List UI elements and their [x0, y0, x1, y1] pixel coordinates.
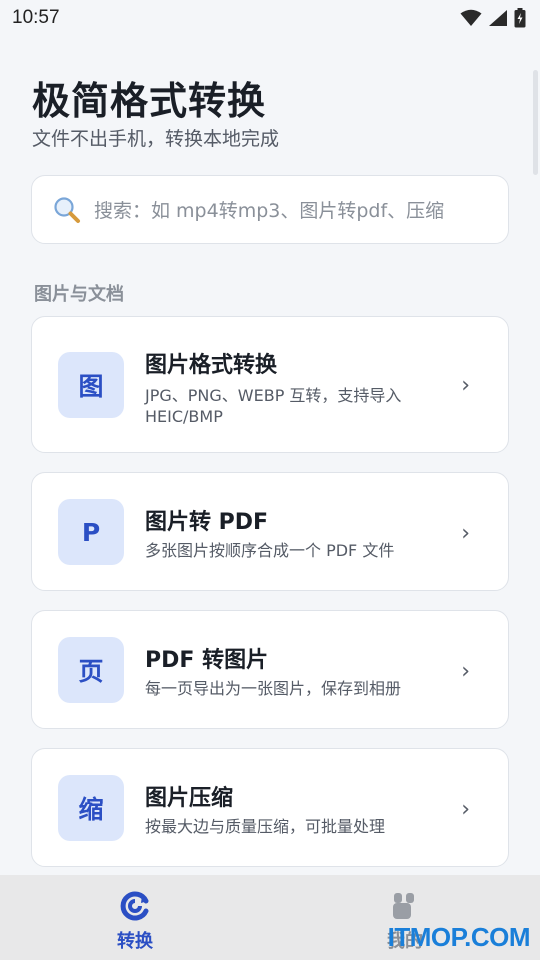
profile-icon: [393, 893, 414, 919]
page-icon: 页: [58, 637, 124, 703]
search-placeholder: 搜索：如 mp4转mp3、图片转pdf、压缩: [94, 200, 445, 222]
status-bar: 10:57: [0, 0, 540, 36]
chevron-right-icon: ›: [461, 373, 470, 398]
nav-label-convert: 转换: [117, 931, 153, 952]
card-description: 按最大边与质量压缩，可批量处理: [145, 817, 386, 836]
card-title: PDF 转图片: [145, 648, 269, 673]
pdf-icon: P: [58, 499, 124, 565]
scrollbar[interactable]: [533, 70, 538, 175]
chevron-right-icon: ›: [461, 521, 470, 546]
chevron-right-icon: ›: [461, 797, 470, 822]
signal-icon: [489, 10, 507, 26]
card-image-format-convert[interactable]: 图 图片格式转换 JPG、PNG、WEBP 互转，支持导入 HEIC/BMP ›: [31, 316, 509, 453]
chevron-right-icon: ›: [461, 659, 470, 684]
battery-icon: [514, 8, 526, 28]
compress-icon: 缩: [58, 775, 124, 841]
card-pdf-to-image[interactable]: 页 PDF 转图片 每一页导出为一张图片，保存到相册 ›: [31, 610, 509, 729]
page-subtitle: 文件不出手机，转换本地完成: [32, 128, 280, 150]
card-description: JPG、PNG、WEBP 互转，支持导入 HEIC/BMP: [145, 386, 402, 426]
page-title: 极简格式转换: [32, 79, 267, 123]
search-icon: [54, 196, 80, 223]
section-label: 图片与文档: [34, 284, 124, 305]
card-image-to-pdf[interactable]: P 图片转 PDF 多张图片按顺序合成一个 PDF 文件 ›: [31, 472, 509, 591]
search-input[interactable]: 搜索：如 mp4转mp3、图片转pdf、压缩: [31, 175, 509, 244]
card-title: 图片格式转换: [145, 353, 278, 378]
wifi-icon: [460, 9, 482, 26]
card-description: 多张图片按顺序合成一个 PDF 文件: [145, 541, 395, 560]
status-icons: [460, 8, 526, 28]
convert-icon: [120, 891, 149, 921]
card-title: 图片转 PDF: [145, 510, 269, 535]
card-title: 图片压缩: [145, 786, 234, 811]
card-image-compress[interactable]: 缩 图片压缩 按最大边与质量压缩，可批量处理 ›: [31, 748, 509, 867]
nav-item-convert[interactable]: 转换: [0, 875, 270, 960]
status-time: 10:57: [12, 7, 60, 28]
image-icon: 图: [58, 352, 124, 418]
card-description: 每一页导出为一张图片，保存到相册: [145, 679, 402, 698]
watermark: ITMOP.COM: [387, 922, 531, 952]
